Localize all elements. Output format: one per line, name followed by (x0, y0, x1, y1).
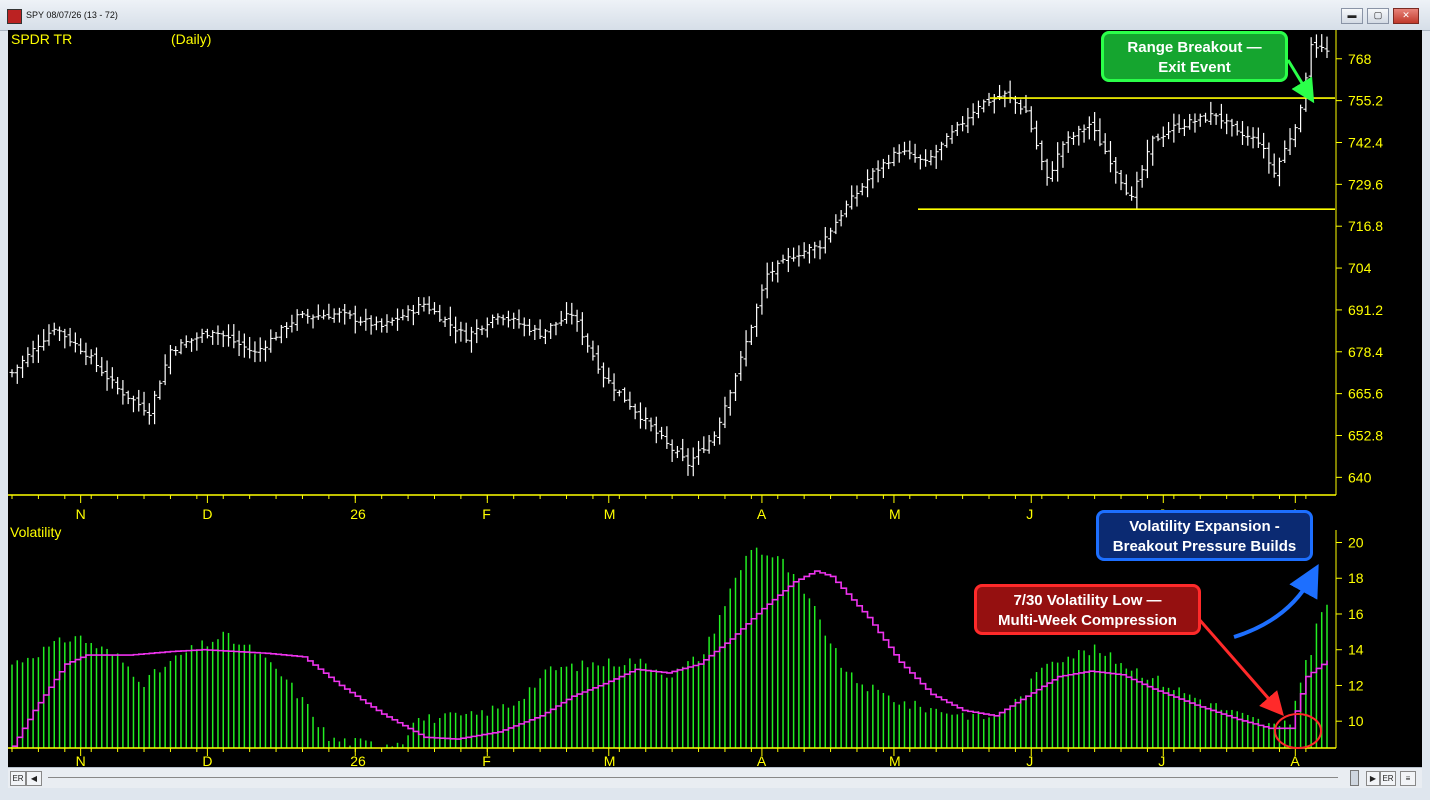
volatility-tick-label: 14 (1348, 642, 1364, 658)
red-arrow (1196, 617, 1284, 717)
bottom-date-tick-label: M (604, 753, 616, 767)
green-arrow (1286, 59, 1315, 104)
volatility-expansion-line2: Breakout Pressure Builds (1112, 538, 1297, 555)
chart-svg: 640 652.8 665.6 678.4 691.2 704 716.8 729.6 742.… (8, 30, 1383, 769)
scroll-left-arrow-icon[interactable]: ◀ (26, 771, 42, 786)
volatility-bars (11, 547, 1328, 748)
scroll-right-arrow-icon[interactable]: ▶ (1366, 771, 1380, 786)
volatility-tick-label: 16 (1348, 606, 1364, 622)
bottom-date-tick-label: A (1290, 753, 1300, 767)
volatility-low-annotation: 7/30 Volatility Low — Multi-Week Compres… (974, 584, 1201, 635)
bottom-date-tick-label: J (1158, 753, 1165, 767)
date-tick-label: D (202, 506, 212, 522)
window-title: SPY 08/07/26 (13 - 72) (26, 10, 118, 20)
date-tick-label: J (1026, 506, 1033, 522)
date-tick-label: A (757, 506, 767, 522)
volatility-tick-label: 12 (1348, 677, 1364, 693)
date-tick-label: 26 (350, 506, 366, 522)
price-tick-label: 652.8 (1348, 427, 1383, 443)
chart-area[interactable]: 640 652.8 665.6 678.4 691.2 704 716.8 729.6 742.… (8, 30, 1422, 769)
volatility-tick-label: 10 (1348, 713, 1364, 729)
close-button[interactable]: ✕ (1393, 8, 1419, 24)
price-tick-label: 755.2 (1348, 93, 1383, 109)
price-axis: 640 652.8 665.6 678.4 691.2 704 716.8 729.6 742.… (1335, 30, 1383, 495)
price-tick-label: 729.6 (1348, 176, 1383, 192)
annotation-arrows (1196, 59, 1322, 749)
volatility-low-line2: Multi-Week Compression (998, 612, 1177, 629)
price-tick-label: 768 (1348, 51, 1372, 67)
price-tick-label: 640 (1348, 469, 1372, 485)
date-axis-bottom: N D 26 F M A M J J A (8, 747, 1336, 769)
bottom-date-tick-label: N (76, 753, 86, 767)
price-tick-label: 665.6 (1348, 386, 1383, 402)
er-left-button[interactable]: ER (10, 771, 26, 786)
range-breakout-line1: Range Breakout — (1127, 39, 1262, 56)
bottom-date-tick-label: M (889, 753, 901, 767)
menu-icon[interactable]: ≡ (1400, 771, 1416, 786)
range-breakout-annotation: Range Breakout — Exit Event (1101, 31, 1288, 82)
bottom-date-tick-label: A (757, 753, 767, 767)
chart-window: SPY 08/07/26 (13 - 72) ▬ ▢ ✕ 640 652.8 665… (0, 0, 1430, 800)
price-tick-label: 691.2 (1348, 302, 1383, 318)
blue-arrow (1233, 563, 1319, 639)
minimize-button[interactable]: ▬ (1341, 8, 1363, 24)
volatility-expansion-annotation: Volatility Expansion - Breakout Pressure… (1096, 510, 1313, 561)
er-right-button[interactable]: ER (1380, 771, 1396, 786)
volatility-expansion-line1: Volatility Expansion - (1129, 518, 1280, 535)
volatility-tick-label: 20 (1348, 535, 1364, 551)
bottom-date-tick-label: F (482, 753, 491, 767)
volatility-tick-label: 18 (1348, 570, 1364, 586)
price-bars (9, 34, 1330, 477)
date-tick-label: N (76, 506, 86, 522)
scroll-track[interactable] (48, 777, 1338, 778)
volatility-axis: 10 12 14 16 18 20 (1335, 530, 1364, 748)
price-tick-label: 678.4 (1348, 344, 1383, 360)
period-label: (Daily) (171, 31, 211, 47)
volatility-low-line1: 7/30 Volatility Low — (1013, 592, 1162, 609)
maximize-button[interactable]: ▢ (1367, 8, 1389, 24)
scroll-thumb[interactable] (1350, 770, 1359, 786)
bottom-date-tick-label: D (202, 753, 212, 767)
bottom-date-tick-label: 26 (350, 753, 366, 767)
volatility-label: Volatility (10, 524, 61, 540)
horizontal-scrollbar[interactable]: ER ◀ ▶ ER ≡ (8, 767, 1422, 788)
app-icon (7, 9, 22, 24)
price-tick-label: 742.4 (1348, 134, 1383, 150)
date-tick-label: M (604, 506, 616, 522)
price-tick-label: 704 (1348, 260, 1372, 276)
price-tick-label: 716.8 (1348, 218, 1383, 234)
date-tick-label: F (482, 506, 491, 522)
bottom-date-tick-label: J (1026, 753, 1033, 767)
volatility-low-circle (1274, 713, 1322, 749)
symbol-label: SPDR TR (11, 31, 72, 47)
range-breakout-line2: Exit Event (1158, 59, 1231, 76)
title-bar: SPY 08/07/26 (13 - 72) ▬ ▢ ✕ (0, 0, 1430, 31)
date-tick-label: M (889, 506, 901, 522)
